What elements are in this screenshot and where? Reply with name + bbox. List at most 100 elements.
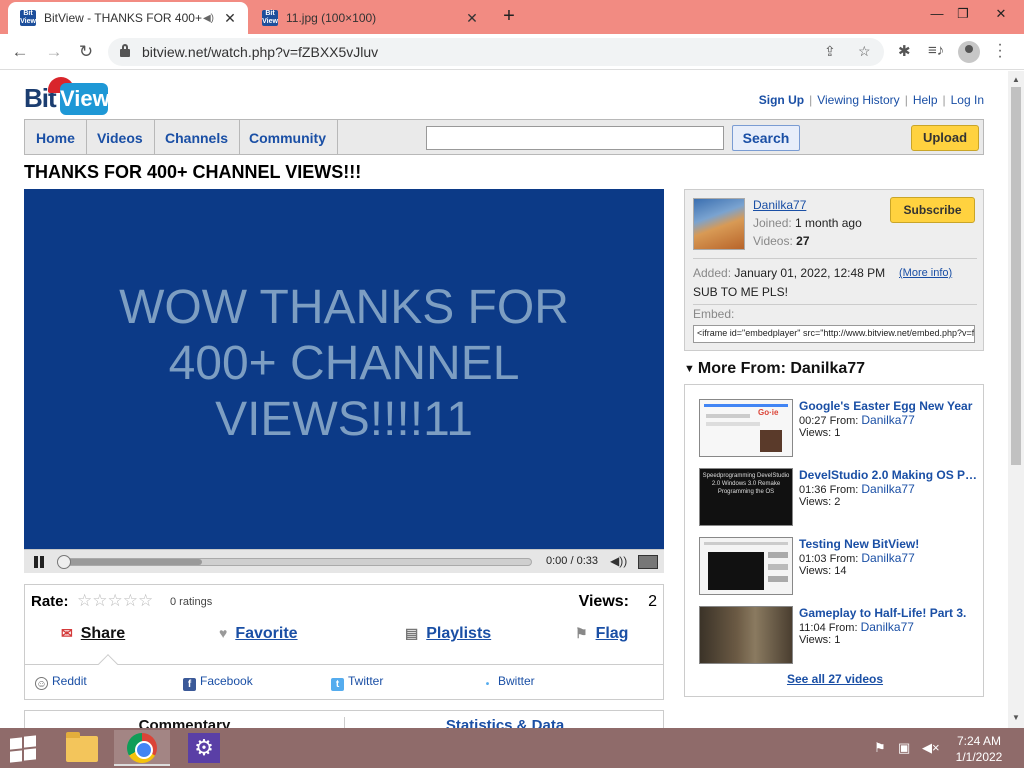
scroll-thumb[interactable]	[1011, 87, 1021, 465]
tab-title: 11.jpg (100×100)	[286, 11, 377, 25]
close-tab-icon[interactable]: ✕	[220, 10, 240, 27]
flag-action[interactable]: ⚑ Flag	[575, 625, 628, 643]
browser-menu-icon[interactable]: · · ·	[994, 37, 1006, 65]
system-clock[interactable]: 7:24 AM 1/1/2022	[948, 733, 1010, 765]
seek-buffer	[61, 559, 202, 565]
action-center-flag-icon[interactable]: ⚑	[874, 740, 886, 756]
rating-panel: Rate: ☆☆☆☆☆ 0 ratings Views: 2 ✉ Share ♥ F…	[24, 584, 664, 700]
list-item[interactable]: Gameplay to Half-Life! Part 3. 11:04 Fro…	[699, 606, 979, 666]
close-window-icon[interactable]: ✕	[988, 4, 1014, 24]
profile-avatar-icon[interactable]	[958, 41, 980, 63]
heart-icon: ♥	[219, 625, 228, 641]
video-title-link[interactable]: Gameplay to Half-Life! Part 3.	[799, 606, 979, 620]
settings-icon[interactable]: ⚙	[176, 730, 232, 766]
file-explorer-icon[interactable]	[54, 730, 110, 766]
volume-muted-icon[interactable]: ◀×	[922, 740, 940, 756]
start-button-icon[interactable]	[8, 735, 38, 763]
address-bar[interactable]: bitview.net/watch.php?v=fZBXX5vJluv ⇪ ☆	[108, 38, 884, 66]
back-icon[interactable]: ←	[8, 40, 32, 64]
search-button[interactable]: Search	[732, 125, 800, 151]
video-screen[interactable]: WOW THANKS FOR 400+ CHANNEL VIEWS!!!!11	[24, 189, 664, 549]
network-icon[interactable]: ▣	[898, 740, 910, 756]
bitview-logo[interactable]: Bit View	[24, 77, 110, 115]
restore-icon[interactable]: ❐	[950, 4, 976, 24]
url-text[interactable]: bitview.net/watch.php?v=fZBXX5vJluv	[142, 44, 378, 60]
more-info-link[interactable]: (More info)	[899, 267, 952, 279]
chrome-icon[interactable]	[114, 730, 170, 766]
uploader-avatar[interactable]	[693, 198, 745, 250]
seek-bar[interactable]	[57, 555, 532, 569]
tab-commentary[interactable]: Commentary	[25, 717, 345, 728]
help-link[interactable]: Help	[913, 93, 938, 107]
author-link[interactable]: Danilka77	[861, 620, 914, 634]
video-title-link[interactable]: DevelStudio 2.0 Making OS Project	[799, 468, 979, 482]
audio-playing-icon[interactable]: ◀)	[203, 13, 214, 24]
tab-statistics[interactable]: Statistics & Data	[345, 717, 665, 728]
pause-icon[interactable]	[32, 554, 46, 570]
twitter-link[interactable]: t Twitter	[331, 674, 383, 691]
facebook-link[interactable]: f Facebook	[183, 674, 253, 691]
viewing-history-link[interactable]: Viewing History	[817, 93, 899, 107]
fullscreen-icon[interactable]	[638, 555, 658, 569]
sign-up-link[interactable]: Sign Up	[759, 93, 804, 107]
video-views: Views: 14	[799, 565, 847, 577]
favorite-action[interactable]: ♥ Favorite	[219, 625, 298, 643]
author-link[interactable]: Danilka77	[861, 413, 914, 427]
divider	[693, 258, 977, 259]
video-player[interactable]: WOW THANKS FOR 400+ CHANNEL VIEWS!!!!11 …	[24, 189, 664, 573]
new-tab-icon[interactable]: +	[498, 6, 520, 28]
volume-icon[interactable]: ◀))	[610, 554, 627, 568]
video-thumbnail[interactable]: Speedprogramming DevelStudio 2.0 Windows…	[699, 468, 793, 526]
time-display: 0:00 / 0:33	[546, 555, 598, 567]
bwitter-link[interactable]: • Bwitter	[481, 674, 535, 691]
author-link[interactable]: Danilka77	[861, 551, 914, 565]
bitview-page: Bit View Sign Up | Viewing History | Help | Lo…	[0, 71, 1008, 728]
lock-icon[interactable]	[120, 44, 130, 57]
playlists-action[interactable]: ▤ Playlists	[405, 625, 491, 643]
author-link[interactable]: Danilka77	[861, 482, 914, 496]
nav-channels[interactable]: Channels	[154, 120, 241, 154]
minimize-icon[interactable]: —	[924, 4, 950, 24]
list-item[interactable]: Speedprogramming DevelStudio 2.0 Windows…	[699, 468, 979, 528]
video-title-link[interactable]: Testing New BitView!	[799, 537, 979, 551]
video-title: THANKS FOR 400+ CHANNEL VIEWS!!!	[24, 162, 362, 182]
embed-label: Embed:	[693, 307, 735, 321]
video-thumbnail[interactable]	[699, 537, 793, 595]
upload-button[interactable]: Upload	[911, 125, 979, 151]
tab-bitview-watch[interactable]: BitView BitView - THANKS FOR 400+ CHANNE…	[8, 2, 248, 34]
uploader-info-box: Danilka77 Joined: 1 month ago Videos: 27…	[684, 189, 984, 351]
nav-community[interactable]: Community	[238, 120, 338, 154]
scroll-down-icon[interactable]: ▼	[1012, 713, 1020, 722]
scroll-up-icon[interactable]: ▲	[1012, 75, 1020, 84]
video-thumbnail[interactable]: Go·ie	[699, 399, 793, 457]
list-item[interactable]: Testing New BitView! 01:03 From: Danilka…	[699, 537, 979, 597]
list-item[interactable]: Go·ie Google's Easter Egg New Year 00:27…	[699, 399, 979, 459]
bookmark-star-icon[interactable]: ☆	[858, 43, 871, 60]
nav-videos[interactable]: Videos	[86, 120, 155, 154]
rating-stars-icon[interactable]: ☆☆☆☆☆	[77, 591, 153, 611]
nav-home[interactable]: Home	[25, 120, 87, 154]
video-title-link[interactable]: Google's Easter Egg New Year	[799, 399, 979, 413]
media-control-icon[interactable]: ≡♪	[928, 42, 944, 59]
more-from-heading[interactable]: ▼ More From: Danilka77	[684, 360, 865, 378]
views-label: Views:	[578, 593, 629, 610]
tab-image[interactable]: Bit View 11.jpg (100×100) ✕	[250, 2, 490, 34]
extensions-icon[interactable]: ✱	[898, 42, 911, 60]
reload-icon[interactable]: ↻	[74, 40, 98, 64]
log-in-link[interactable]: Log In	[951, 93, 984, 107]
page-scrollbar[interactable]: ▲ ▼	[1008, 71, 1024, 728]
player-controls: 0:00 / 0:33 ◀))	[24, 549, 664, 573]
account-links: Sign Up | Viewing History | Help | Log In	[758, 93, 984, 107]
video-thumbnail[interactable]	[699, 606, 793, 664]
seek-handle[interactable]	[57, 555, 71, 569]
forward-icon[interactable]: →	[42, 40, 66, 64]
embed-code-field[interactable]: <iframe id="embedplayer" src="http://www…	[693, 325, 975, 343]
subscribe-button[interactable]: Subscribe	[890, 197, 975, 223]
uploader-name-link[interactable]: Danilka77	[753, 198, 806, 212]
share-action[interactable]: ✉ Share	[61, 625, 125, 643]
reddit-link[interactable]: ☺ Reddit	[35, 674, 87, 690]
see-all-videos-link[interactable]: See all 27 videos	[685, 672, 985, 686]
share-page-icon[interactable]: ⇪	[824, 43, 836, 60]
close-tab-icon[interactable]: ✕	[462, 10, 482, 27]
search-input[interactable]	[426, 126, 724, 150]
